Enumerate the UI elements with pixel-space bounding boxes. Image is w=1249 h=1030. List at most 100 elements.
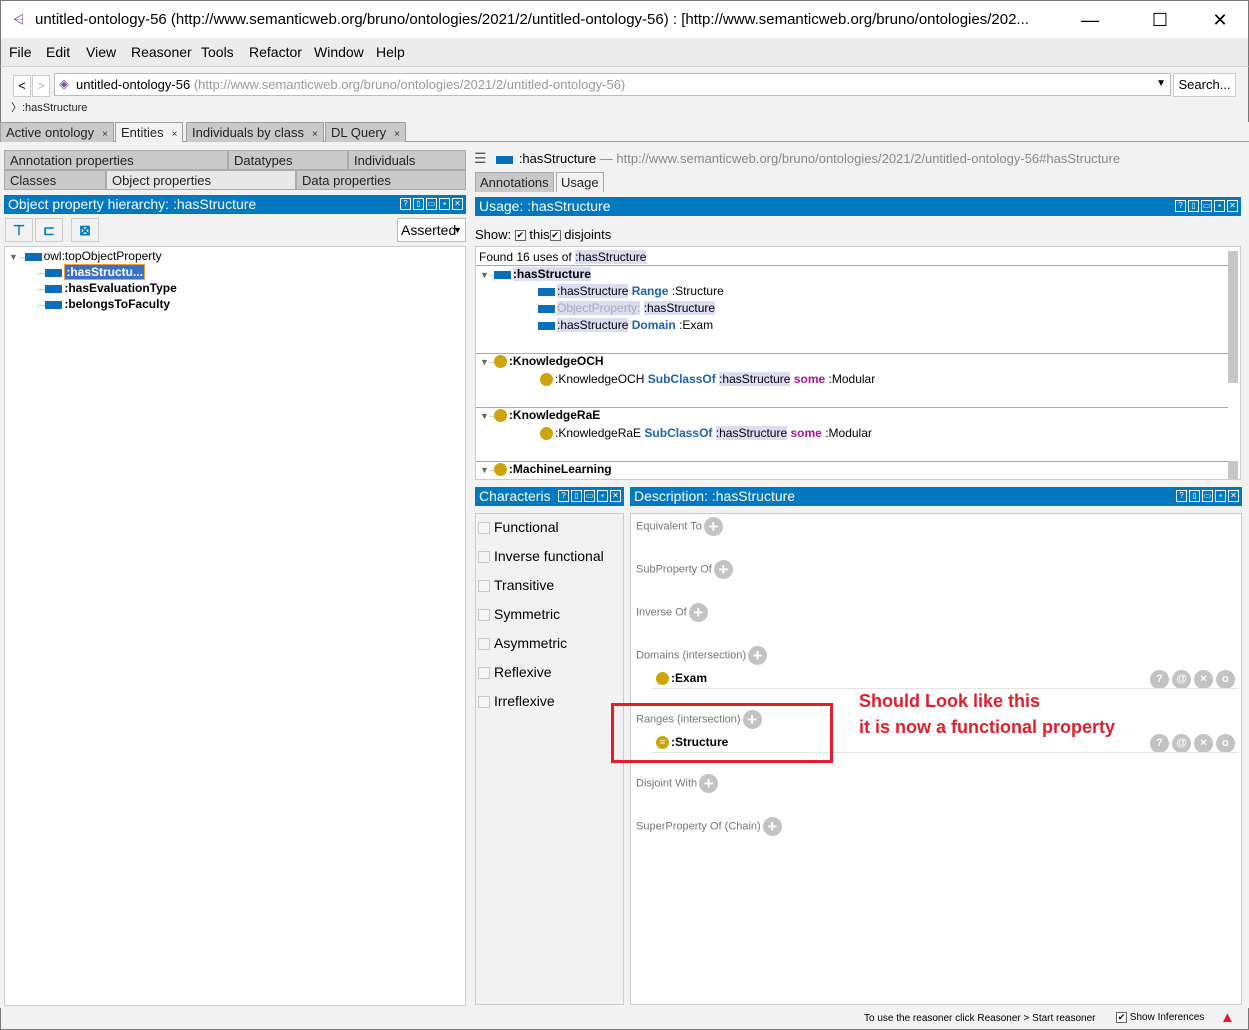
edit-icon[interactable]: o <box>1216 734 1235 753</box>
forward-button[interactable]: > <box>32 75 50 97</box>
minimize-button[interactable]: — <box>1067 7 1113 33</box>
characteristic-symmetric[interactable]: Symmetric <box>478 606 560 622</box>
close-tab-icon[interactable]: × <box>312 129 318 140</box>
annotate-icon[interactable]: @ <box>1172 734 1191 753</box>
functional-checkbox[interactable] <box>478 522 490 535</box>
tab-active-ontology[interactable]: Active ontology × <box>0 122 115 142</box>
close-tab-icon[interactable]: × <box>172 129 178 140</box>
tab-data-properties[interactable]: Data properties <box>296 170 466 190</box>
this-checkbox[interactable]: ✔ <box>514 230 526 242</box>
tab-annotations[interactable]: Annotations <box>475 172 554 192</box>
menu-view[interactable]: View <box>86 44 116 60</box>
add-icon[interactable]: + <box>748 646 768 665</box>
tab-entities[interactable]: Entities × <box>115 122 184 142</box>
hierarchy-mode-select[interactable]: Asserted ▼ <box>397 218 466 242</box>
warning-icon[interactable]: ▲ <box>1220 1009 1235 1026</box>
split-vertical-icon[interactable]: ▯ <box>413 198 424 210</box>
disjoints-checkbox[interactable]: ✔ <box>549 230 561 242</box>
menu-tools[interactable]: Tools <box>201 44 234 60</box>
characteristic-functional[interactable]: Functional <box>478 519 559 535</box>
add-icon[interactable]: + <box>713 560 733 579</box>
menu-file[interactable]: File <box>9 44 32 60</box>
float-icon[interactable]: ▪ <box>1215 490 1226 502</box>
characteristic-irreflexive[interactable]: Irreflexive <box>478 693 555 709</box>
add-icon[interactable]: + <box>703 517 723 536</box>
float-icon[interactable]: ▪ <box>439 198 450 210</box>
characteristic-transitive[interactable]: Transitive <box>478 577 554 593</box>
characteristic-inverse-functional[interactable]: Inverse functional <box>478 548 604 564</box>
domain-value[interactable]: :Exam <box>656 671 707 686</box>
float-icon[interactable]: ▪ <box>1214 200 1225 212</box>
search-button[interactable]: Search... <box>1173 73 1236 97</box>
usage-group-header[interactable]: ▼···:KnowledgeRaE <box>480 408 600 423</box>
close-view-icon[interactable]: ✕ <box>452 198 463 210</box>
menu-refactor[interactable]: Refactor <box>249 44 302 60</box>
inverse-functional-checkbox[interactable] <box>478 551 490 564</box>
help-icon[interactable]: ? <box>1175 200 1186 212</box>
menu-help[interactable]: Help <box>376 44 405 60</box>
help-icon[interactable]: ? <box>400 198 411 210</box>
expand-triangle-icon[interactable]: ▼ <box>9 252 18 262</box>
add-icon[interactable]: + <box>762 817 782 836</box>
float-icon[interactable]: ▪ <box>597 490 608 502</box>
close-tab-icon[interactable]: × <box>102 129 108 140</box>
close-view-icon[interactable]: ✕ <box>610 490 621 502</box>
tree-node-root[interactable]: ▼···· owl:topObjectProperty <box>9 249 162 263</box>
maximize-button[interactable]: ☐ <box>1137 7 1183 33</box>
tab-classes[interactable]: Classes <box>4 170 106 190</box>
menu-reasoner[interactable]: Reasoner <box>131 44 192 60</box>
close-view-icon[interactable]: ✕ <box>1228 490 1239 502</box>
explain-icon[interactable]: ? <box>1150 734 1169 753</box>
symmetric-checkbox[interactable] <box>478 609 490 622</box>
chevron-down-icon[interactable]: ▼ <box>1156 78 1166 89</box>
split-vertical-icon[interactable]: ▯ <box>1188 200 1199 212</box>
tab-usage[interactable]: Usage <box>556 172 604 192</box>
explain-icon[interactable]: ? <box>1150 670 1169 689</box>
split-horizontal-icon[interactable]: ▭ <box>426 198 437 210</box>
add-subproperty-icon[interactable]: ⊤ <box>5 218 33 242</box>
usage-scrollbar-lower[interactable] <box>1228 461 1238 479</box>
menu-edit[interactable]: Edit <box>46 44 70 60</box>
reflexive-checkbox[interactable] <box>478 667 490 680</box>
delete-property-icon[interactable]: ⊠ <box>71 218 99 242</box>
split-vertical-icon[interactable]: ▯ <box>1189 490 1200 502</box>
transitive-checkbox[interactable] <box>478 580 490 593</box>
add-icon[interactable]: + <box>699 774 719 793</box>
delete-icon[interactable]: × <box>1194 670 1213 689</box>
delete-icon[interactable]: × <box>1194 734 1213 753</box>
menu-window[interactable]: Window <box>314 44 364 60</box>
split-vertical-icon[interactable]: ▯ <box>571 490 582 502</box>
tab-individuals[interactable]: Individuals <box>348 150 466 170</box>
usage-line[interactable]: :KnowledgeRaE SubClassOf :hasStructure s… <box>540 426 872 441</box>
annotate-icon[interactable]: @ <box>1172 670 1191 689</box>
split-horizontal-icon[interactable]: ▭ <box>1202 490 1213 502</box>
tab-datatypes[interactable]: Datatypes <box>228 150 348 170</box>
usage-group-header[interactable]: ▼···:MachineLearning <box>480 462 612 477</box>
usage-group-header[interactable]: ▼···:hasStructure <box>480 267 591 281</box>
irreflexive-checkbox[interactable] <box>478 696 490 709</box>
show-inferences-checkbox[interactable]: ✔ <box>1116 1012 1127 1023</box>
usage-group-header[interactable]: ▼···:KnowledgeOCH <box>480 354 604 369</box>
help-icon[interactable]: ? <box>1176 490 1187 502</box>
usage-line[interactable]: :hasStructure Domain :Exam <box>538 318 713 332</box>
add-icon[interactable]: + <box>688 603 708 622</box>
back-button[interactable]: < <box>13 75 31 97</box>
close-view-icon[interactable]: ✕ <box>1227 200 1238 212</box>
characteristic-reflexive[interactable]: Reflexive <box>478 664 552 680</box>
show-inferences-toggle[interactable]: ✔ Show Inferences <box>1116 1012 1204 1023</box>
split-horizontal-icon[interactable]: ▭ <box>584 490 595 502</box>
asymmetric-checkbox[interactable] <box>478 638 490 651</box>
usage-scrollbar[interactable] <box>1228 251 1238 383</box>
hamburger-menu-icon[interactable]: ☰ <box>474 150 487 166</box>
usage-line[interactable]: :hasStructure Range :Structure <box>538 284 724 298</box>
edit-icon[interactable]: o <box>1216 670 1235 689</box>
close-tab-icon[interactable]: × <box>394 129 400 140</box>
usage-line[interactable]: :KnowledgeOCH SubClassOf :hasStructure s… <box>540 372 875 387</box>
breadcrumb[interactable]: 〉:hasStructure <box>11 99 87 115</box>
help-icon[interactable]: ? <box>558 490 569 502</box>
tree-node-hasevaluationtype[interactable]: ·····:hasEvaluationType <box>37 281 177 295</box>
ontology-selector[interactable]: ◈ untitled-ontology-56 (http://www.seman… <box>54 73 1171 96</box>
tab-annotation-properties[interactable]: Annotation properties <box>4 150 228 170</box>
close-window-button[interactable]: ✕ <box>1197 7 1243 33</box>
add-sibling-property-icon[interactable]: ⊏ <box>35 218 63 242</box>
